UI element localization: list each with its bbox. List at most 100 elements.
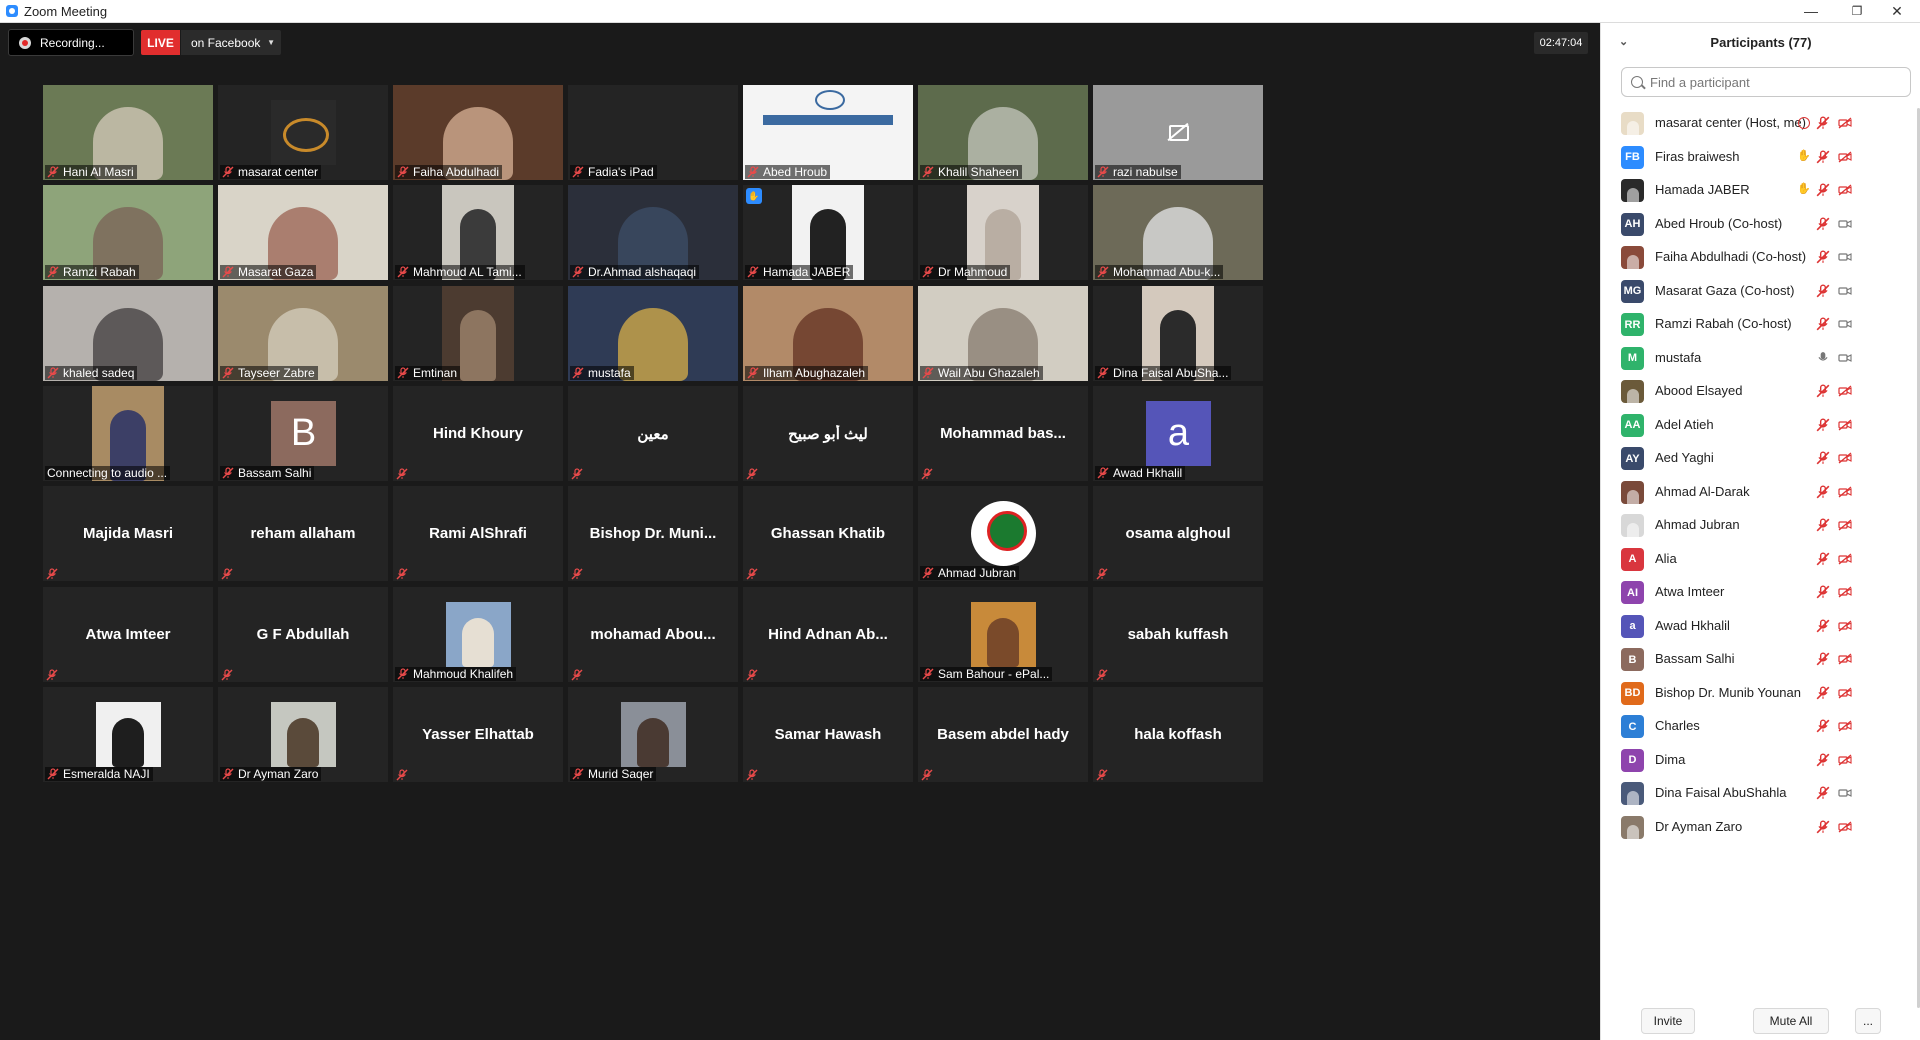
participant-tile[interactable]: ليث أبو صبيح xyxy=(743,386,913,481)
participant-tile[interactable]: Bishop Dr. Muni... xyxy=(568,486,738,581)
video-off-icon[interactable] xyxy=(1838,451,1852,465)
participant-tile[interactable]: khaled sadeq xyxy=(43,286,213,381)
video-off-icon[interactable] xyxy=(1838,183,1852,197)
participant-tile[interactable]: Murid Saqer xyxy=(568,687,738,782)
participant-tile[interactable]: Hani Al Masri xyxy=(43,85,213,180)
video-off-icon[interactable] xyxy=(1838,418,1852,432)
participant-tile[interactable]: Abed Hroub xyxy=(743,85,913,180)
video-icon[interactable] xyxy=(1838,250,1852,264)
muted-mic-icon[interactable] xyxy=(1816,149,1830,164)
muted-mic-icon[interactable] xyxy=(1816,652,1830,666)
participant-tile[interactable]: reham allaham xyxy=(218,486,388,581)
participant-tile[interactable]: Wail Abu Ghazaleh xyxy=(918,286,1088,381)
invite-button[interactable]: Invite xyxy=(1641,1008,1695,1034)
video-off-icon[interactable] xyxy=(1838,619,1852,633)
close-button[interactable]: ✕ xyxy=(1874,0,1920,22)
muted-mic-icon[interactable] xyxy=(1816,250,1830,264)
participant-tile[interactable]: Hind Khoury xyxy=(393,386,563,481)
participant-tile[interactable]: Masarat Gaza xyxy=(218,185,388,280)
participant-tile[interactable]: Ramzi Rabah xyxy=(43,185,213,280)
muted-mic-icon[interactable] xyxy=(1816,551,1830,566)
muted-mic-icon[interactable] xyxy=(1816,384,1830,398)
participant-tile[interactable]: Esmeralda NAJI xyxy=(43,687,213,782)
muted-mic-icon[interactable] xyxy=(1816,752,1830,767)
participant-tile[interactable]: Tayseer Zabre xyxy=(218,286,388,381)
video-icon[interactable] xyxy=(1838,217,1852,231)
participant-tile[interactable]: Sam Bahour - ePal... xyxy=(918,587,1088,682)
muted-mic-icon[interactable] xyxy=(1816,216,1830,231)
participant-tile[interactable]: ✋ Hamada JABER xyxy=(743,185,913,280)
participant-tile[interactable]: Ghassan Khatib xyxy=(743,486,913,581)
video-off-icon[interactable] xyxy=(1838,150,1852,164)
participant-tile[interactable]: mustafa xyxy=(568,286,738,381)
muted-mic-icon[interactable] xyxy=(1816,451,1830,465)
collapse-panel-icon[interactable]: ⌄ xyxy=(1619,35,1628,48)
live-destination-dropdown[interactable]: on Facebook ▼ xyxy=(181,30,281,55)
participant-tile[interactable]: masarat center xyxy=(218,85,388,180)
muted-mic-icon[interactable] xyxy=(1816,183,1830,197)
muted-mic-icon[interactable] xyxy=(1816,317,1830,331)
participant-tile[interactable]: Dr Ayman Zaro xyxy=(218,687,388,782)
video-off-icon[interactable] xyxy=(1838,719,1852,733)
video-icon[interactable] xyxy=(1838,786,1852,800)
muted-mic-icon[interactable] xyxy=(1816,116,1830,130)
muted-mic-icon[interactable] xyxy=(1816,786,1830,800)
video-off-icon[interactable] xyxy=(1838,485,1852,499)
video-off-icon[interactable] xyxy=(1838,686,1852,700)
muted-mic-icon[interactable] xyxy=(1816,417,1830,432)
participant-tile[interactable]: mohamad Abou... xyxy=(568,587,738,682)
muted-mic-icon[interactable] xyxy=(1816,283,1830,298)
participant-tile[interactable]: Faiha Abdulhadi xyxy=(393,85,563,180)
video-off-icon[interactable] xyxy=(1838,652,1852,666)
participant-tile[interactable]: Ahmad Jubran xyxy=(918,486,1088,581)
participant-tile[interactable]: Ilham Abughazaleh xyxy=(743,286,913,381)
participant-tile[interactable]: razi nabulse xyxy=(1093,85,1263,180)
muted-mic-icon[interactable] xyxy=(1816,685,1830,700)
participant-row[interactable]: Dr Ayman Zaro xyxy=(1601,807,1920,847)
video-off-icon[interactable] xyxy=(1838,753,1852,767)
participant-tile[interactable]: Hind Adnan Ab... xyxy=(743,587,913,682)
participant-tile[interactable]: G F Abdullah xyxy=(218,587,388,682)
participant-tile[interactable]: Mahmoud Khalifeh xyxy=(393,587,563,682)
participant-tile[interactable]: Rami AlShrafi xyxy=(393,486,563,581)
video-off-icon[interactable] xyxy=(1838,518,1852,532)
mute-all-button[interactable]: Mute All xyxy=(1753,1008,1829,1034)
participant-tile[interactable]: a Awad Hkhalil xyxy=(1093,386,1263,481)
muted-mic-icon[interactable] xyxy=(1816,819,1830,834)
participant-tile[interactable]: Mahmoud AL Tami... xyxy=(393,185,563,280)
muted-mic-icon[interactable] xyxy=(1816,484,1830,499)
participant-tile[interactable]: hala koffash xyxy=(1093,687,1263,782)
participant-tile[interactable]: Mohammad Abu-k... xyxy=(1093,185,1263,280)
participant-tile[interactable]: osama alghoul xyxy=(1093,486,1263,581)
participant-tile[interactable]: Yasser Elhattab xyxy=(393,687,563,782)
participant-tile[interactable]: B Bassam Salhi xyxy=(218,386,388,481)
video-icon[interactable] xyxy=(1838,284,1852,298)
participant-tile[interactable]: Connecting to audio ... xyxy=(43,386,213,481)
participant-tile[interactable]: Emtinan xyxy=(393,286,563,381)
muted-mic-icon[interactable] xyxy=(1816,618,1830,633)
video-icon[interactable] xyxy=(1838,351,1852,365)
participant-tile[interactable]: Atwa Imteer xyxy=(43,587,213,682)
mic-icon[interactable] xyxy=(1816,351,1830,365)
participant-tile[interactable]: Basem abdel hady xyxy=(918,687,1088,782)
video-off-icon[interactable] xyxy=(1838,820,1852,834)
participant-tile[interactable]: Mohammad bas... xyxy=(918,386,1088,481)
muted-mic-icon[interactable] xyxy=(1816,585,1830,599)
minimize-button[interactable]: — xyxy=(1788,0,1834,22)
participant-tile[interactable]: Dr.Ahmad alshaqaqi xyxy=(568,185,738,280)
video-off-icon[interactable] xyxy=(1838,384,1852,398)
participant-tile[interactable]: sabah kuffash xyxy=(1093,587,1263,682)
more-options-button[interactable]: ... xyxy=(1855,1008,1881,1034)
recording-indicator[interactable]: Recording... xyxy=(8,29,134,56)
muted-mic-icon[interactable] xyxy=(1816,719,1830,733)
participant-tile[interactable]: Dr Mahmoud xyxy=(918,185,1088,280)
video-off-icon[interactable] xyxy=(1838,116,1852,130)
participant-tile[interactable]: Dina Faisal AbuSha... xyxy=(1093,286,1263,381)
video-icon[interactable] xyxy=(1838,317,1852,331)
participant-tile[interactable]: Samar Hawash xyxy=(743,687,913,782)
muted-mic-icon[interactable] xyxy=(1816,518,1830,532)
video-off-icon[interactable] xyxy=(1838,552,1852,566)
video-off-icon[interactable] xyxy=(1838,585,1852,599)
participant-tile[interactable]: Khalil Shaheen xyxy=(918,85,1088,180)
participant-search-input[interactable]: Find a participant xyxy=(1621,67,1911,97)
